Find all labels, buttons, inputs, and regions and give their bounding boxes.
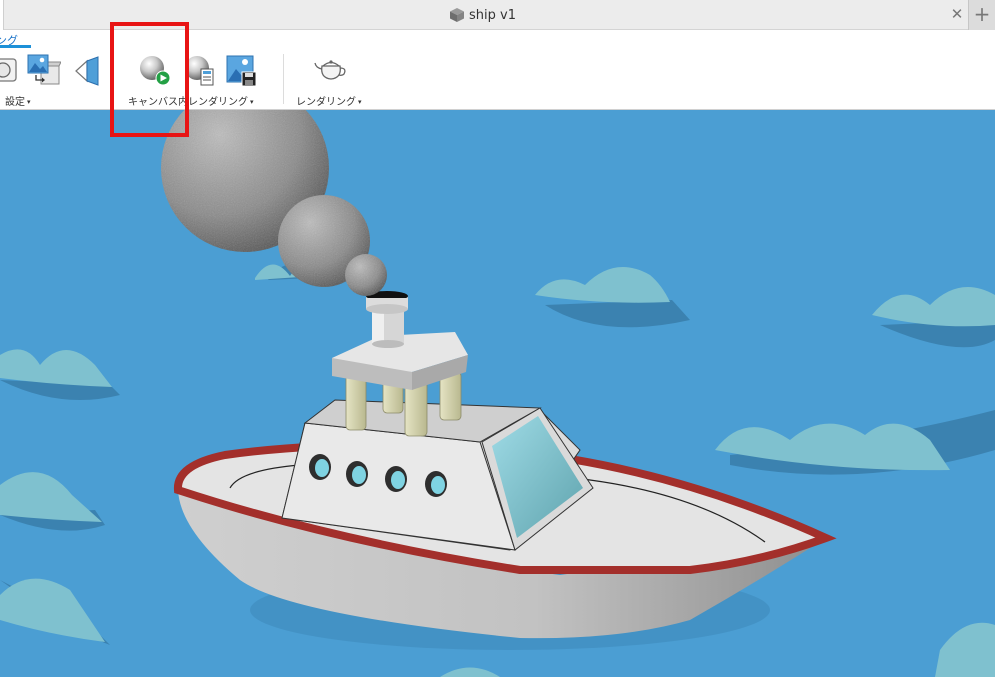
in-canvas-render-dropdown[interactable]: キャンバス内レンダリング ▾ <box>128 93 254 108</box>
setup-label: 設定 <box>5 97 25 108</box>
component-box-icon <box>450 8 464 22</box>
environment-library-button[interactable] <box>27 54 62 88</box>
scene-settings-icon <box>0 58 17 82</box>
canvas-viewport[interactable] <box>0 110 995 677</box>
previous-tab-edge[interactable] <box>0 0 4 30</box>
ship-scene <box>0 110 995 677</box>
render-toolbar: ング 設定 ▾ キャンバス内レンダリング ▾ レンダリング ▾ <box>0 30 995 110</box>
chevron-down-icon: ▾ <box>27 98 31 106</box>
in-canvas-render-settings-icon <box>185 56 214 86</box>
render-label: レンダリング <box>296 97 356 108</box>
document-tab[interactable]: ship v1 <box>449 6 516 24</box>
in-canvas-render-label: キャンバス内レンダリング <box>128 97 248 108</box>
render-dropdown[interactable]: レンダリング ▾ <box>296 93 362 108</box>
capture-image-button[interactable] <box>226 55 258 87</box>
render-teapot-icon <box>314 60 346 80</box>
environment-library-icon <box>27 54 62 85</box>
texture-map-icon <box>75 56 99 86</box>
active-tab-indicator <box>0 45 31 48</box>
chevron-down-icon: ▾ <box>250 98 254 106</box>
in-canvas-render-settings-button[interactable] <box>182 54 218 88</box>
ship-model <box>161 110 837 650</box>
new-tab-button[interactable]: + <box>968 0 995 30</box>
capture-image-icon <box>226 55 257 87</box>
start-in-canvas-render-icon <box>140 56 171 86</box>
document-title: ship v1 <box>469 7 516 23</box>
start-in-canvas-render-button[interactable] <box>137 54 173 88</box>
scene-settings-button[interactable] <box>0 56 18 84</box>
chevron-down-icon: ▾ <box>358 98 362 106</box>
toolbar-divider <box>283 54 284 104</box>
texture-map-button[interactable] <box>74 56 100 86</box>
render-button[interactable] <box>314 56 348 84</box>
document-tab-bar: ship v1 ✕ + <box>0 0 995 30</box>
close-tab-icon[interactable]: ✕ <box>949 6 965 22</box>
setup-dropdown[interactable]: 設定 ▾ <box>5 93 31 108</box>
